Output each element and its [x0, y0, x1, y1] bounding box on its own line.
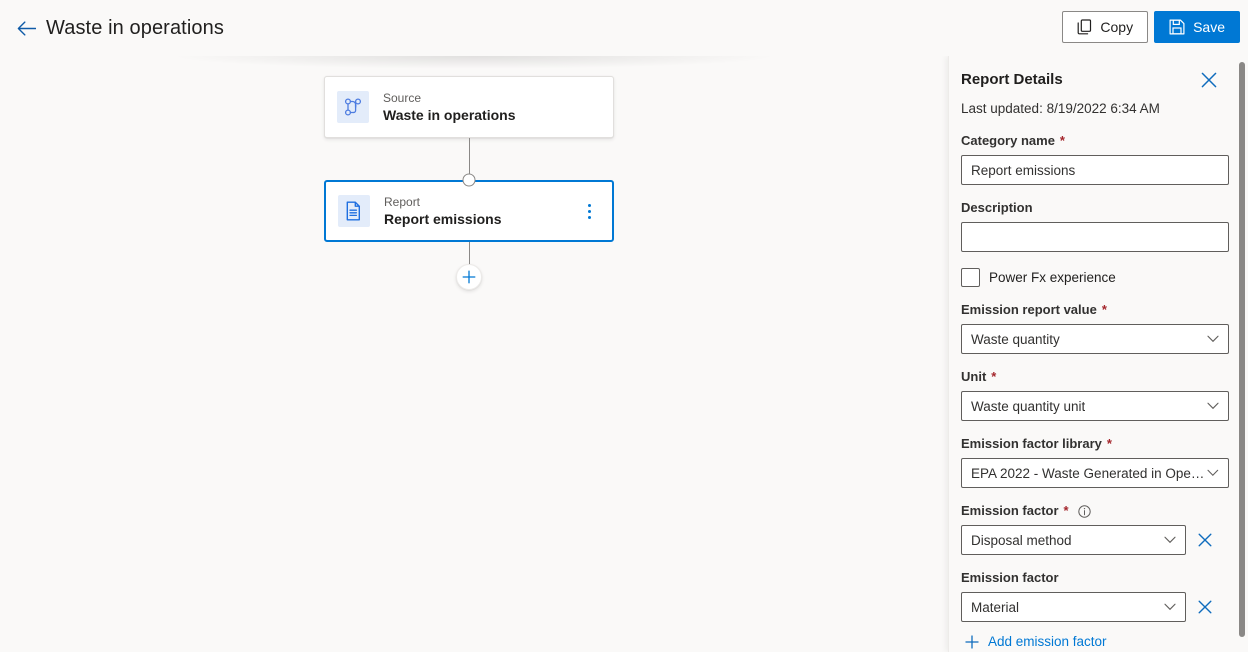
flow-node-name: Waste in operations [383, 106, 516, 123]
emission-report-value-selected: Waste quantity [971, 331, 1060, 347]
flow-node-more-options-icon[interactable] [578, 196, 600, 226]
save-floppy-icon [1169, 19, 1185, 35]
field-unit: Unit * Waste quantity unit [961, 368, 1229, 421]
power-fx-checkbox-row[interactable]: Power Fx experience [961, 268, 1219, 287]
flow-connector-bottom [324, 242, 614, 290]
unit-dropdown[interactable]: Waste quantity unit [961, 391, 1229, 421]
emission-factor-2-clear-button[interactable] [1196, 596, 1214, 618]
last-updated-text: Last updated: 8/19/2022 6:34 AM [961, 101, 1160, 116]
power-fx-label: Power Fx experience [989, 270, 1116, 285]
connector-port[interactable] [462, 173, 476, 187]
emission-factor-library-label: Emission factor library * [961, 436, 1112, 451]
category-name-input[interactable] [961, 155, 1229, 185]
flow-node-report[interactable]: Report Report emissions [324, 180, 614, 242]
flow-connector-top [324, 138, 614, 187]
emission-factor-2-label: Emission factor [961, 570, 1059, 585]
add-emission-factor-button[interactable]: Add emission factor [965, 634, 1107, 649]
header-actions: Copy Save [1062, 11, 1240, 43]
unit-label: Unit * [961, 369, 997, 384]
flow-canvas[interactable]: Source Waste in operations Report Report… [0, 56, 948, 652]
required-marker: * [1059, 133, 1065, 148]
emission-factor-1-clear-button[interactable] [1196, 529, 1214, 551]
chevron-down-icon [1207, 469, 1219, 477]
info-icon[interactable] [1077, 504, 1091, 518]
emission-report-value-label: Emission report value * [961, 302, 1107, 317]
required-marker: * [991, 369, 997, 384]
field-emission-factor-library: Emission factor library * EPA 2022 - Was… [961, 435, 1229, 488]
save-button[interactable]: Save [1154, 11, 1240, 43]
panel-scrollbar[interactable] [1236, 56, 1248, 652]
field-emission-factor-2: Emission factor Material [961, 569, 1219, 622]
category-name-label: Category name * [961, 133, 1065, 148]
copy-button-label: Copy [1100, 19, 1134, 35]
app-header: Waste in operations Copy Save [0, 0, 1248, 56]
chevron-down-icon [1164, 536, 1176, 544]
branch-icon [337, 91, 369, 123]
add-emission-factor-label: Add emission factor [988, 634, 1107, 649]
emission-factor-1-selected: Disposal method [971, 532, 1072, 548]
emission-report-value-dropdown[interactable]: Waste quantity [961, 324, 1229, 354]
required-marker: * [1101, 302, 1107, 317]
flow-node-source-text: Source Waste in operations [383, 91, 601, 124]
emission-factor-1-row: Disposal method [961, 525, 1219, 555]
save-button-label: Save [1193, 19, 1225, 35]
field-emission-report-value: Emission report value * Waste quantity [961, 301, 1229, 354]
chevron-down-icon [1207, 402, 1219, 410]
required-marker: * [1106, 436, 1112, 451]
emission-factor-2-row: Material [961, 592, 1219, 622]
field-emission-factor-1: Emission factor * Disposal method [961, 502, 1219, 555]
add-node-button[interactable] [456, 264, 482, 290]
report-details-panel: Report Details Last updated: 8/19/2022 6… [948, 56, 1248, 652]
close-icon [1201, 72, 1217, 88]
plus-icon [462, 270, 476, 284]
plus-icon [965, 634, 979, 649]
unit-selected: Waste quantity unit [971, 398, 1086, 414]
clear-icon [1198, 533, 1212, 547]
page-title: Waste in operations [46, 16, 224, 39]
flow-node-name: Report emissions [384, 210, 502, 227]
field-description: Description [961, 199, 1229, 252]
panel-header: Report Details [961, 70, 1219, 92]
report-details-content: Report Details Last updated: 8/19/2022 6… [949, 56, 1237, 652]
copy-button[interactable]: Copy [1062, 11, 1149, 43]
panel-scrollbar-thumb[interactable] [1239, 62, 1245, 637]
flow-node-kind: Report [384, 194, 421, 209]
emission-factor-2-selected: Material [971, 599, 1020, 615]
emission-flow-editor: Waste in operations Copy Save Source Was… [0, 0, 1248, 652]
flow-node-report-text: Report Report emissions [384, 195, 578, 228]
flow-node-kind: Source [383, 90, 422, 105]
back-button[interactable] [10, 12, 42, 44]
panel-title: Report Details [961, 71, 1063, 88]
emission-factor-library-selected: EPA 2022 - Waste Generated in Opera... [971, 465, 1208, 481]
flow-node-source[interactable]: Source Waste in operations [324, 76, 614, 138]
flow-graph: Source Waste in operations Report Report… [324, 76, 614, 290]
required-marker: * [1063, 503, 1069, 518]
description-label: Description [961, 200, 1033, 215]
emission-factor-2-dropdown[interactable]: Material [961, 592, 1186, 622]
panel-close-button[interactable] [1195, 68, 1223, 92]
power-fx-checkbox[interactable] [961, 268, 980, 287]
clear-icon [1198, 600, 1212, 614]
emission-factor-library-dropdown[interactable]: EPA 2022 - Waste Generated in Opera... [961, 458, 1229, 488]
arrow-left-icon [17, 20, 36, 36]
chevron-down-icon [1164, 603, 1176, 611]
field-category-name: Category name * [961, 132, 1229, 185]
document-icon [338, 195, 370, 227]
copy-icon [1077, 19, 1092, 35]
emission-factor-1-label: Emission factor * [961, 502, 1219, 520]
description-input[interactable] [961, 222, 1229, 252]
chevron-down-icon [1207, 335, 1219, 343]
emission-factor-1-dropdown[interactable]: Disposal method [961, 525, 1186, 555]
